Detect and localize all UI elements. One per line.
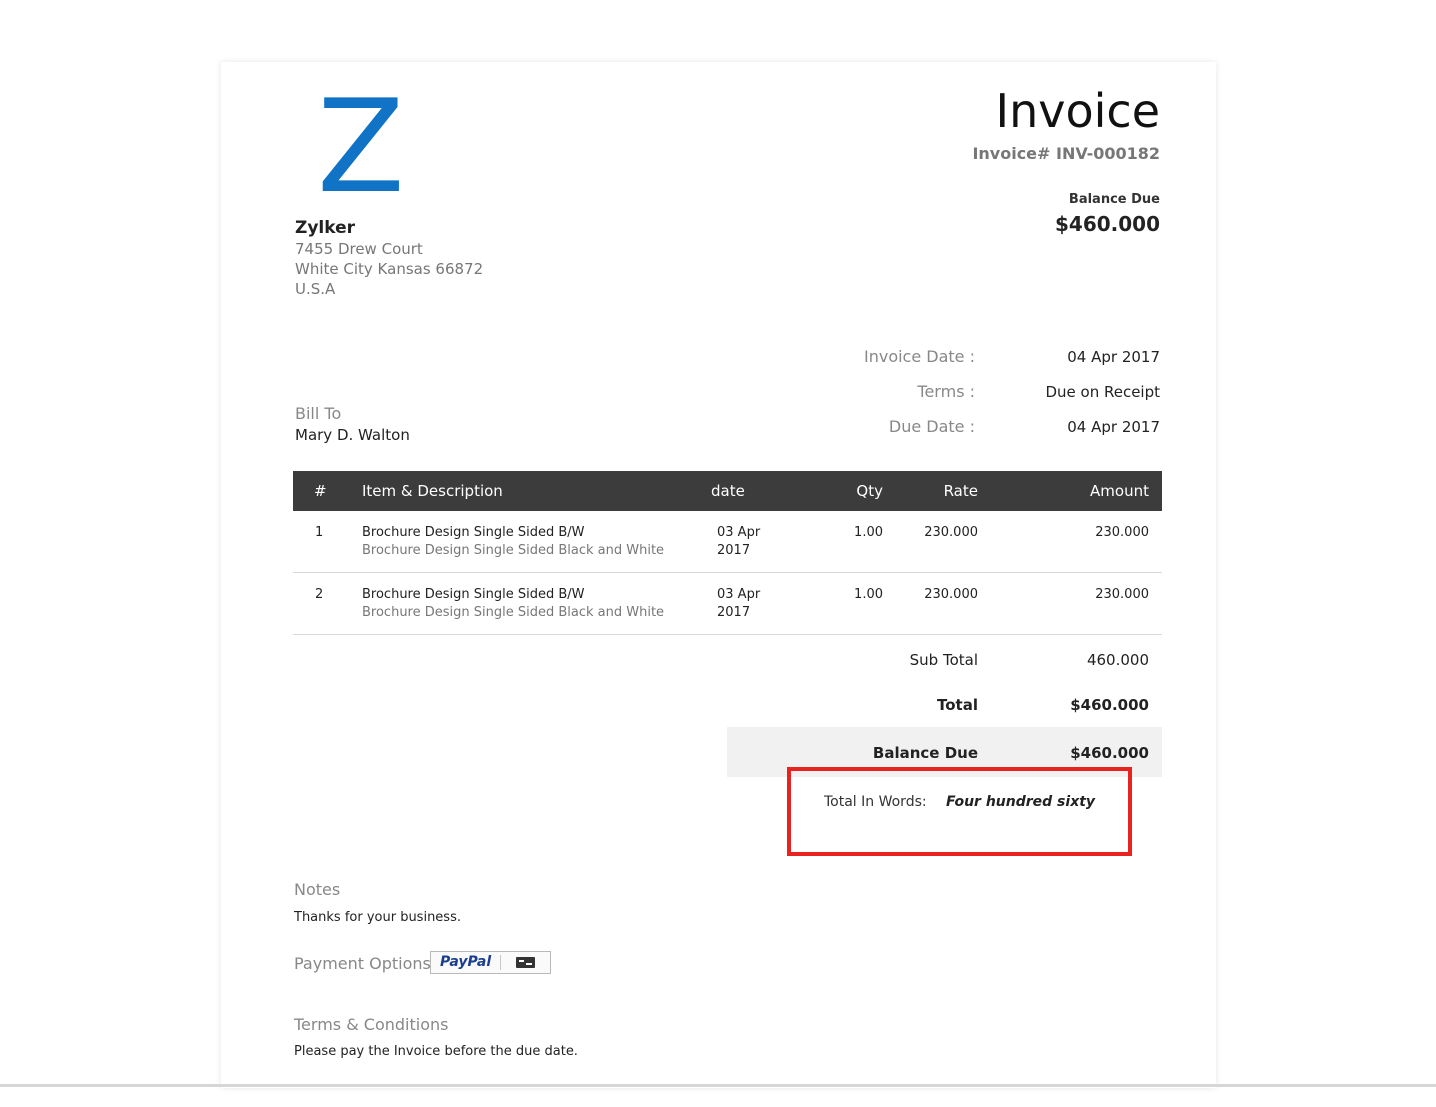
company-address-line-2: White City Kansas 66872 [295,260,484,278]
invoice-date-value: 04 Apr 2017 [1067,348,1160,366]
total-value: $460.000 [1070,696,1149,714]
terms-conditions-text: Please pay the Invoice before the due da… [294,1044,578,1059]
header-amount: Amount [1090,482,1149,500]
row-qty: 1.00 [854,525,883,540]
balance-due-label: Balance Due [1068,192,1160,207]
header-qty: Qty [856,482,883,500]
sub-total-value: 460.000 [1086,651,1149,669]
company-name: Zylker [295,218,355,238]
paypal-logo: PayPal [440,954,492,970]
paypal-divider [500,955,501,970]
row-item-name: Brochure Design Single Sided B/W [362,525,585,540]
terms-label: Terms : [917,382,975,401]
row-item-description: Brochure Design Single Sided Black and W… [362,605,665,620]
company-logo: Z [317,73,405,222]
sub-total-label: Sub Total [909,651,978,669]
header-item-description: Item & Description [362,482,503,500]
row-divider [293,634,1162,635]
bill-to-label: Bill To [295,404,342,423]
row-qty: 1.00 [854,587,883,602]
total-in-words-highlight: Total In Words: Four hundred sixty [787,767,1132,856]
payment-options-label: Payment Options [294,954,431,973]
due-date-value: 04 Apr 2017 [1067,418,1160,436]
notes-text: Thanks for your business. [294,910,461,925]
paypal-button[interactable]: PayPal [430,951,551,974]
row-date-line-1: 03 Apr [717,587,761,602]
invoice-date-label: Invoice Date : [863,347,975,366]
table-row: 2 Brochure Design Single Sided B/W Broch… [293,573,1162,635]
invoice-page: Z Zylker 7455 Drew Court White City Kans… [221,62,1216,1088]
invoice-number: Invoice# INV-000182 [972,144,1160,163]
row-item-name: Brochure Design Single Sided B/W [362,587,585,602]
row-date-line-1: 03 Apr [717,525,761,540]
total-in-words-value: Four hundred sixty [946,794,1096,810]
bill-to-name: Mary D. Walton [295,426,410,444]
terms-value: Due on Receipt [1045,383,1160,401]
table-row: 1 Brochure Design Single Sided B/W Broch… [293,511,1162,573]
row-date-line-2: 2017 [717,543,751,558]
invoice-title: Invoice [995,84,1160,138]
header-number: # [314,482,327,500]
row-number: 1 [315,525,324,540]
total-label: Total [937,696,978,714]
row-rate: 230.000 [924,587,978,602]
header-rate: Rate [943,482,978,500]
total-in-words-label: Total In Words: [824,794,927,810]
terms-conditions-title: Terms & Conditions [294,1015,449,1034]
header-date: date [711,482,745,500]
row-rate: 230.000 [924,525,978,540]
balance-due-amount: $460.000 [1054,212,1160,236]
summary-balance-due-value: $460.000 [1070,744,1149,762]
row-item-description: Brochure Design Single Sided Black and W… [362,543,665,558]
company-address-line-1: 7455 Drew Court [295,240,423,258]
summary-balance-due-label: Balance Due [872,744,978,762]
row-number: 2 [315,587,324,602]
due-date-label: Due Date : [888,417,975,436]
company-address-line-3: U.S.A [295,280,336,298]
row-amount: 230.000 [1095,525,1149,540]
items-table-header: # Item & Description date Qty Rate Amoun… [293,471,1162,511]
credit-card-icon [516,957,535,968]
page-bottom-divider [0,1084,1436,1087]
row-amount: 230.000 [1095,587,1149,602]
row-date-line-2: 2017 [717,605,751,620]
notes-title: Notes [294,880,341,899]
